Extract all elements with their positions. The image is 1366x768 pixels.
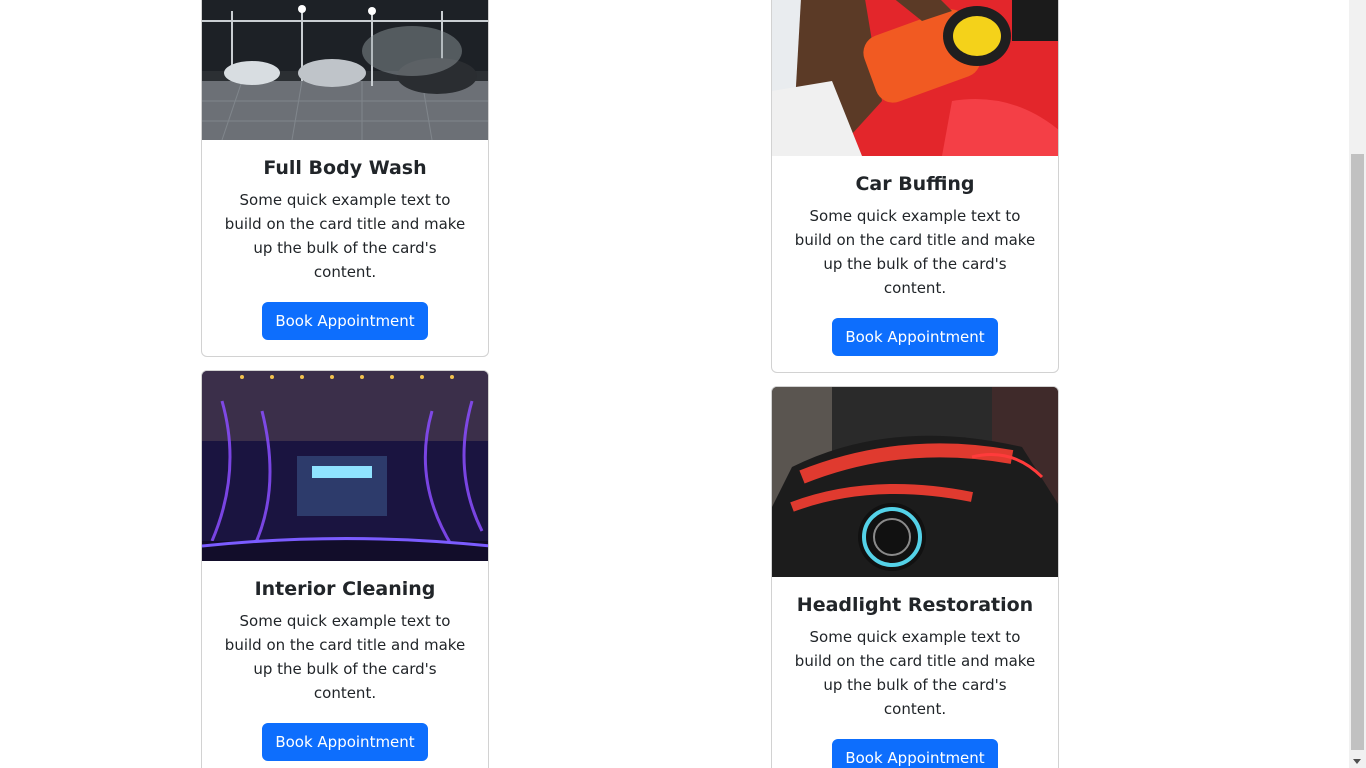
car-wash-tunnel-image xyxy=(202,371,488,561)
card-title: Full Body Wash xyxy=(263,157,427,179)
scrollbar-thumb[interactable] xyxy=(1351,154,1364,750)
car-wash-bay-image xyxy=(202,0,488,140)
book-appointment-button[interactable]: Book Appointment xyxy=(832,739,998,768)
card-body: Headlight Restoration Some quick example… xyxy=(772,577,1058,768)
car-polishing-image xyxy=(772,0,1058,156)
card-title: Interior Cleaning xyxy=(254,578,436,600)
scroll-down-arrow-icon[interactable] xyxy=(1353,759,1361,764)
card-description: Some quick example text to build on the … xyxy=(794,207,1036,297)
book-appointment-button[interactable]: Book Appointment xyxy=(832,318,998,356)
book-appointment-button[interactable]: Book Appointment xyxy=(262,723,428,761)
sports-car-headlight-image xyxy=(772,387,1058,577)
card-body: Car Buffing Some quick example text to b… xyxy=(772,156,1058,372)
card-title: Headlight Restoration xyxy=(796,594,1034,616)
service-card-interior-cleaning: Interior Cleaning Some quick example tex… xyxy=(201,370,489,768)
service-card-car-buffing: Car Buffing Some quick example text to b… xyxy=(771,0,1059,373)
service-card-full-body-wash: Full Body Wash Some quick example text t… xyxy=(201,0,489,357)
vertical-scrollbar[interactable] xyxy=(1349,0,1366,768)
card-title: Car Buffing xyxy=(855,173,975,195)
card-body: Interior Cleaning Some quick example tex… xyxy=(202,561,488,768)
card-description: Some quick example text to build on the … xyxy=(224,191,466,281)
service-card-headlight-restoration: Headlight Restoration Some quick example… xyxy=(771,386,1059,768)
card-body: Full Body Wash Some quick example text t… xyxy=(202,140,488,356)
book-appointment-button[interactable]: Book Appointment xyxy=(262,302,428,340)
card-description: Some quick example text to build on the … xyxy=(224,612,466,702)
card-description: Some quick example text to build on the … xyxy=(794,628,1036,718)
